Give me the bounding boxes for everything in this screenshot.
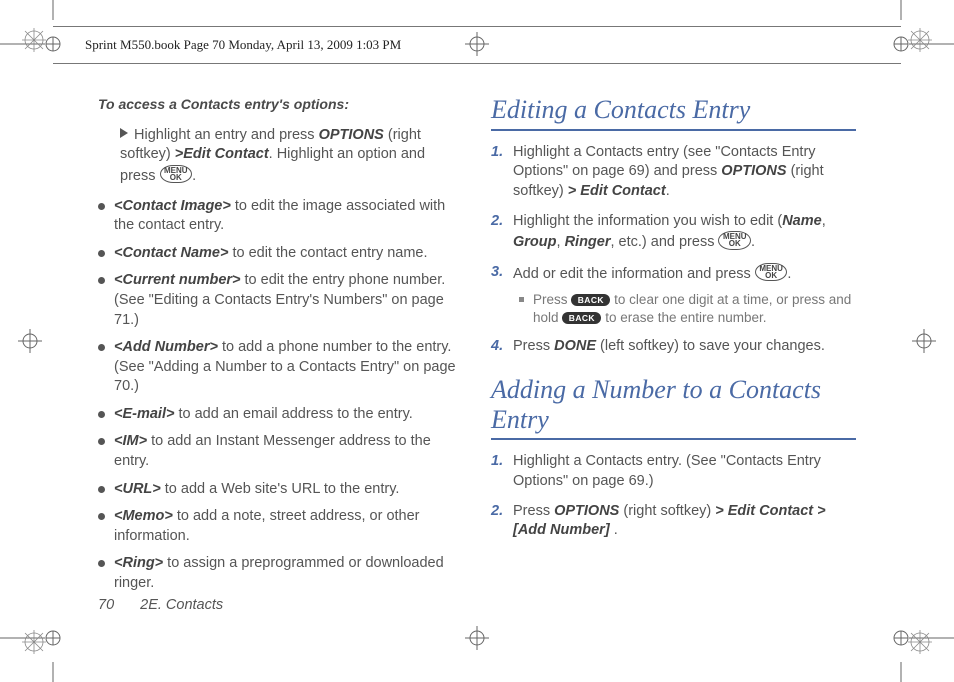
left-column: To access a Contacts entry's options: Hi… [98,95,463,617]
list-item: <URL> to add a Web site's URL to the ent… [98,480,463,500]
step-item: Highlight a Contacts entry. (See "Contac… [491,452,856,491]
page-number: 70 [98,597,114,613]
page-footer: 70 2E. Contacts [98,596,223,616]
option-tag: <Contact Image> [114,198,231,214]
option-tag: <Memo> [114,508,173,524]
option-desc: to add a Web site's URL to the entry. [161,481,400,497]
option-list: <Contact Image> to edit the image associ… [98,197,463,594]
crop-header: Sprint M550.book Page 70 Monday, April 1… [53,26,901,64]
steps-adding: Highlight a Contacts entry. (See "Contac… [491,452,856,540]
field-name: Name [782,213,822,229]
right-column: Editing a Contacts Entry Highlight a Con… [491,95,856,617]
starburst-icon [906,628,934,656]
step-text: (left softkey) to save your changes. [596,338,825,354]
step-item: Highlight a Contacts entry (see "Contact… [491,143,856,202]
list-item: <IM> to add an Instant Messenger address… [98,432,463,471]
back-key-icon: BACK [562,312,601,324]
starburst-icon [20,26,48,54]
sub-text: to erase the entire number. [601,310,766,325]
step-text: , [822,213,826,229]
edit-contact-label: Edit Contact [576,183,665,199]
option-tag: <E-mail> [114,406,174,422]
add-number-label: [Add Number] [513,522,610,538]
step-text: (right softkey) [619,503,715,519]
lead-text-pre: Highlight an entry and press [134,127,319,143]
edit-contact-label: Edit Contact [724,503,817,519]
step-text: , etc.) and press [610,234,718,250]
gt-symbol: > [175,146,183,162]
lead-text-end: . [192,168,196,184]
step-text: Highlight the information you wish to ed… [513,213,782,229]
option-tag: <Contact Name> [114,245,228,261]
back-key-icon: BACK [571,294,610,306]
option-tag: <Current number> [114,272,241,288]
options-key-label: OPTIONS [554,503,619,519]
gt-symbol: > [715,503,723,519]
sub-text: Press [533,292,571,307]
list-item: <E-mail> to add an email address to the … [98,405,463,425]
option-desc: to add an email address to the entry. [174,406,412,422]
done-key-label: DONE [554,338,596,354]
option-tag: <IM> [114,433,147,449]
step-text: Press [513,338,554,354]
menu-ok-key-icon: MENUOK [755,263,788,281]
heading-editing: Editing a Contacts Entry [491,95,856,131]
sub-step: Press BACK to clear one digit at a time,… [519,291,856,327]
list-item: <Current number> to edit the entry phone… [98,271,463,330]
menu-ok-key-icon: MENUOK [718,231,751,249]
field-ringer: Ringer [565,234,611,250]
step-text: . [610,522,618,538]
step-text: Highlight a Contacts entry. (See "Contac… [513,453,821,489]
starburst-icon [906,26,934,54]
option-tag: <Ring> [114,555,163,571]
left-intro: To access a Contacts entry's options: [98,95,463,114]
menu-ok-key-icon: MENUOK [160,165,193,183]
option-tag: <URL> [114,481,161,497]
heading-adding: Adding a Number to a Contacts Entry [491,375,856,441]
lead-step: Highlight an entry and press OPTIONS (ri… [98,126,463,187]
options-key-label: OPTIONS [721,163,786,179]
field-group: Group [513,234,557,250]
list-item: <Contact Image> to edit the image associ… [98,197,463,236]
option-tag: <Add Number> [114,339,218,355]
step-item: Press DONE (left softkey) to save your c… [491,337,856,357]
option-desc: to add an Instant Messenger address to t… [114,433,431,469]
step-text: . [666,183,670,199]
options-key-label: OPTIONS [319,127,384,143]
crop-header-text: Sprint M550.book Page 70 Monday, April 1… [85,36,401,54]
step-item: Highlight the information you wish to ed… [491,212,856,253]
triangle-bullet-icon [120,127,134,143]
step-text: . [787,266,791,282]
starburst-icon [20,628,48,656]
step-item: Press OPTIONS (right softkey) > Edit Con… [491,502,856,541]
step-text: Press [513,503,554,519]
list-item: <Add Number> to add a phone number to th… [98,338,463,397]
edit-contact-label: Edit Contact [183,146,268,162]
step-item: Add or edit the information and press ME… [491,263,856,327]
section-title: 2E. Contacts [140,597,223,613]
list-item: <Contact Name> to edit the contact entry… [98,244,463,264]
step-text: Add or edit the information and press [513,266,755,282]
option-desc: to assign a preprogrammed or downloaded … [114,555,444,591]
gt-symbol: > [568,183,576,199]
step-text: . [751,234,755,250]
steps-editing: Highlight a Contacts entry (see "Contact… [491,143,856,357]
option-desc: to edit the contact entry name. [228,245,427,261]
page-body: To access a Contacts entry's options: Hi… [98,95,856,617]
list-item: <Ring> to assign a preprogrammed or down… [98,554,463,593]
list-item: <Memo> to add a note, street address, or… [98,507,463,546]
step-text: , [557,234,565,250]
gt-symbol: > [817,503,825,519]
